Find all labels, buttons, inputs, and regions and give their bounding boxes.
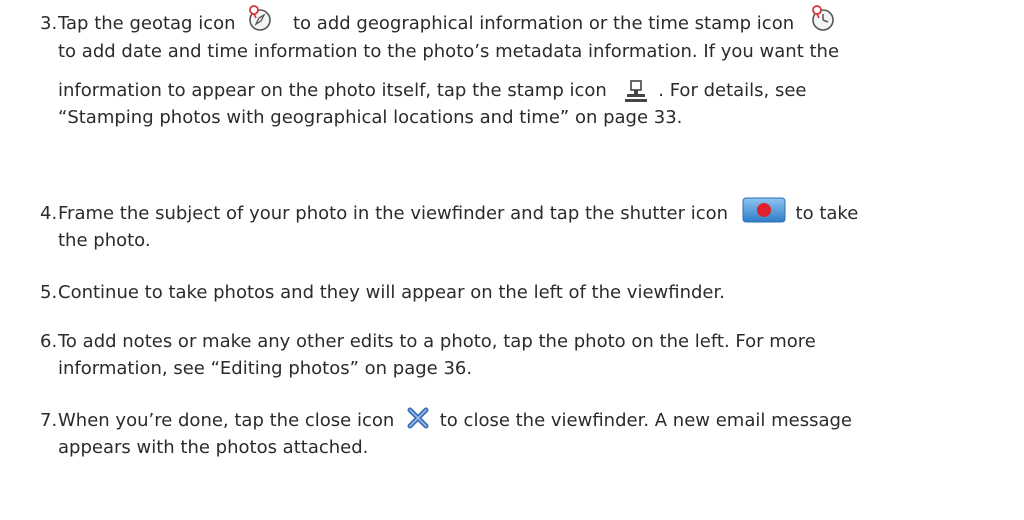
step-3: 3. Tap the geotag icon to add geographic… [40, 5, 1010, 131]
time-stamp-icon [810, 4, 836, 32]
step-text-segment: information to appear on the photo itsel… [58, 80, 607, 101]
step-4: 4. Frame the subject of your photo in th… [40, 197, 1010, 254]
geotag-icon [247, 4, 273, 32]
close-icon [406, 407, 430, 429]
step-text-segment: “Stamping photos with geographical locat… [58, 107, 683, 128]
step-text-segment: Frame the subject of your photo in the v… [58, 203, 729, 224]
step-text-segment: Tap the geotag icon [58, 13, 236, 34]
step-number: 6. [40, 331, 58, 352]
step-text-segment: appears with the photos attached. [58, 437, 369, 458]
step-number: 7. [40, 410, 58, 431]
step-5: 5. Continue to take photos and they will… [40, 279, 1010, 306]
step-text-segment: information, see “Editing photos” on pag… [58, 358, 473, 379]
step-number: 5. [40, 282, 58, 303]
step-text-segment: to add date and time information to the … [58, 41, 840, 62]
step-text: Tap the geotag icon to add geographical … [58, 5, 1010, 131]
step-text-segment: to close the viewfinder. A new email mes… [439, 410, 852, 431]
step-number: 4. [40, 203, 58, 224]
step-text-segment: the photo. [58, 230, 151, 251]
step-text: To add notes or make any other edits to … [58, 328, 1010, 382]
step-text: Frame the subject of your photo in the v… [58, 197, 1010, 254]
step-text-segment: To add notes or make any other edits to … [58, 331, 816, 352]
step-7: 7. When you’re done, tap the close icon … [40, 407, 1010, 461]
stamp-icon [623, 79, 649, 103]
step-text-segment: to take [795, 203, 859, 224]
step-number: 3. [40, 13, 58, 34]
step-6: 6. To add notes or make any other edits … [40, 328, 1010, 382]
step-text-segment: Continue to take photos and they will ap… [58, 282, 725, 303]
step-text-segment: When you’re done, tap the close icon [58, 410, 395, 431]
step-text-segment: . For details, see [658, 80, 807, 101]
shutter-icon [742, 197, 786, 223]
step-text: When you’re done, tap the close icon to … [58, 407, 1010, 461]
step-text-segment: to add geographical information or the t… [293, 13, 795, 34]
step-text: Continue to take photos and they will ap… [58, 279, 1010, 306]
